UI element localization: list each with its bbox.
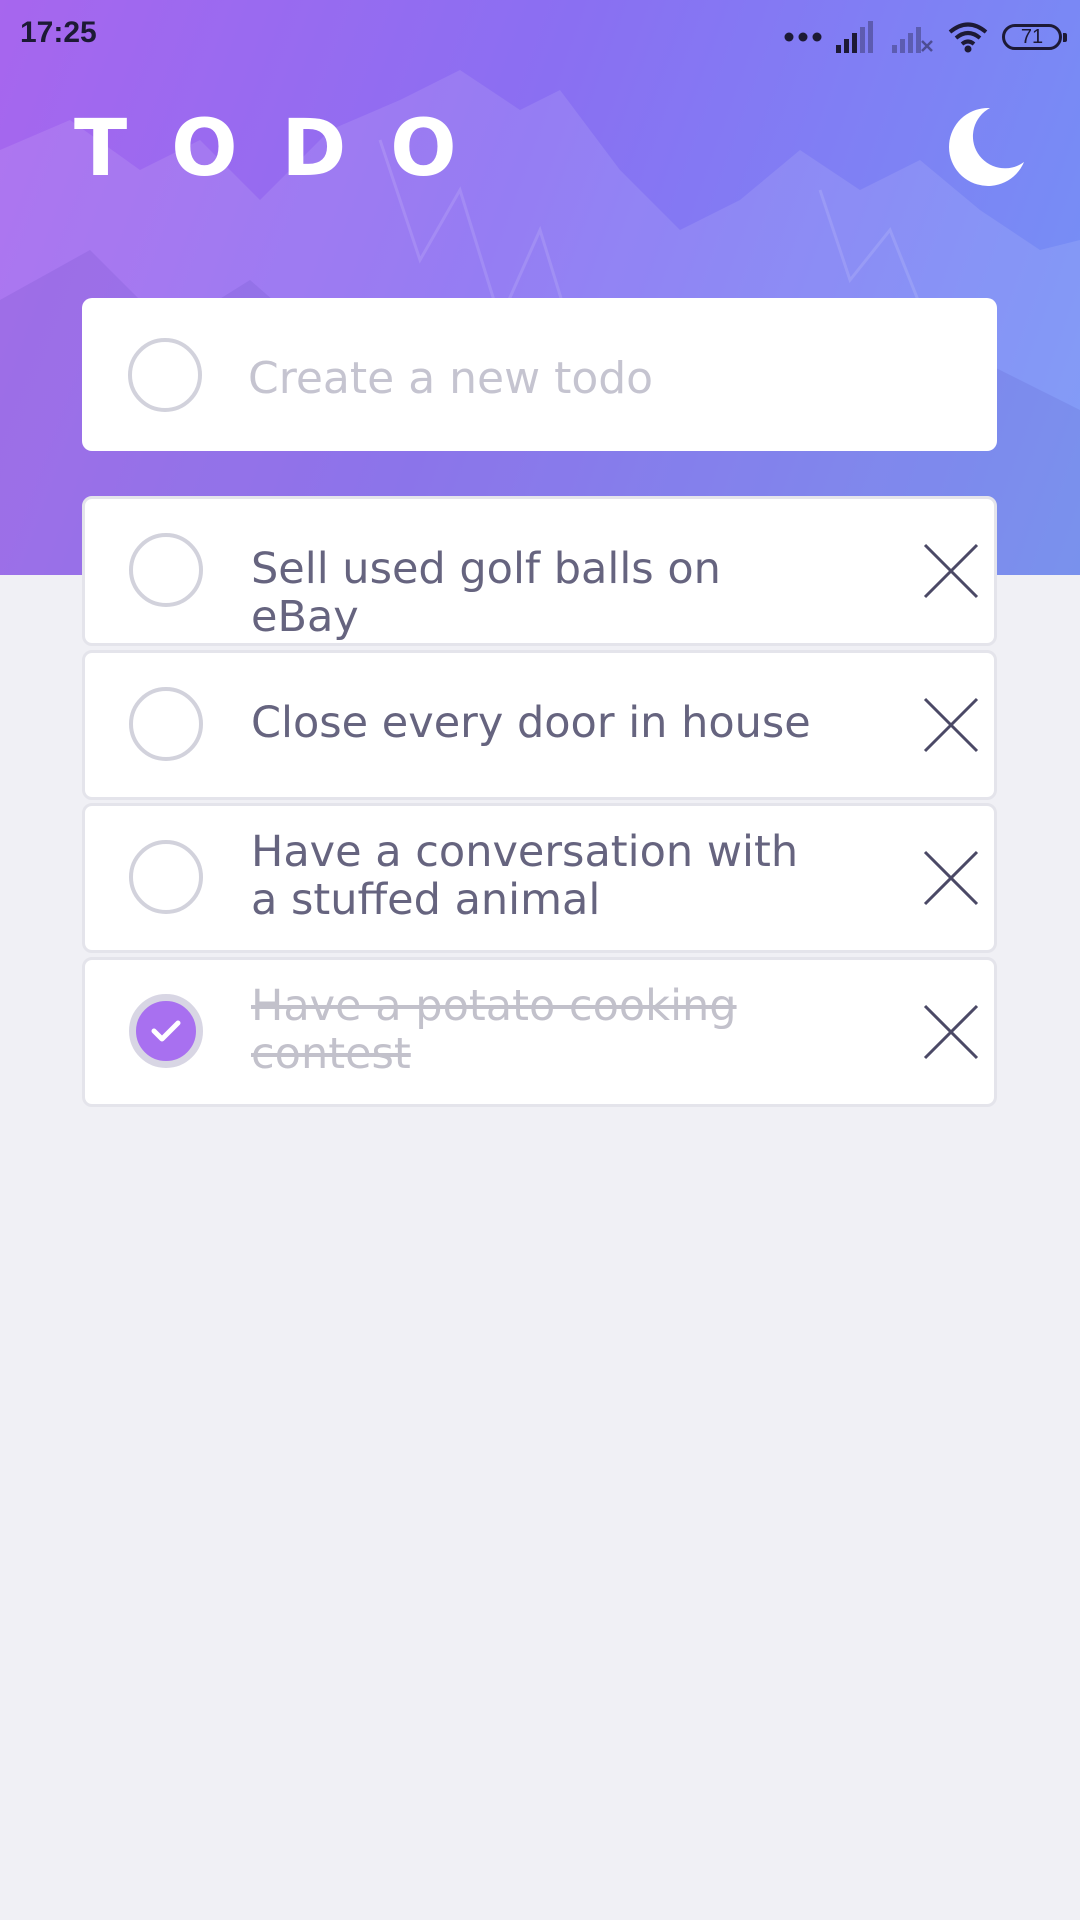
status-time: 17:25 [20, 16, 97, 49]
wifi-icon [948, 22, 988, 53]
checkmark-icon [151, 1020, 181, 1042]
status-bar: 17:25 71 [0, 0, 1080, 74]
close-icon [923, 543, 979, 599]
close-icon [923, 850, 979, 906]
signal-off-icon [892, 27, 933, 53]
delete-todo-button[interactable] [923, 543, 979, 599]
todo-check-circle-checked[interactable] [129, 994, 203, 1068]
moon-icon [949, 107, 1024, 186]
delete-todo-button[interactable] [923, 697, 979, 753]
new-todo-card [82, 298, 997, 451]
status-icons: 71 [784, 18, 1067, 56]
todo-item: Sell used golf balls on eBay [82, 496, 997, 646]
todo-item: Have a conversation with a stuffed anima… [82, 803, 997, 953]
new-todo-input[interactable] [248, 348, 948, 408]
new-todo-check-circle [128, 338, 202, 412]
todo-check-circle[interactable] [129, 840, 203, 914]
todo-text-completed: Have a potato cooking contest [251, 981, 737, 1079]
todo-check-circle[interactable] [129, 533, 203, 607]
more-dots-icon [784, 32, 822, 42]
close-icon [923, 697, 979, 753]
app-title: TODO [74, 104, 501, 194]
close-icon [923, 1004, 979, 1060]
todo-text: Sell used golf balls on eBay [251, 544, 721, 642]
todo-item-completed: Have a potato cooking contest [82, 957, 997, 1107]
battery-icon: 71 [1002, 24, 1067, 50]
theme-toggle-button[interactable] [944, 106, 1026, 188]
todo-item: Close every door in house [82, 650, 997, 800]
todo-text: Close every door in house [251, 698, 811, 748]
header-background [0, 0, 1080, 575]
todo-text: Have a conversation with a stuffed anima… [251, 827, 799, 925]
delete-todo-button[interactable] [923, 1004, 979, 1060]
signal-icon [836, 21, 873, 53]
delete-todo-button[interactable] [923, 850, 979, 906]
battery-level: 71 [1020, 26, 1044, 48]
todo-check-circle[interactable] [129, 687, 203, 761]
mountain-background-image [0, 70, 1080, 575]
